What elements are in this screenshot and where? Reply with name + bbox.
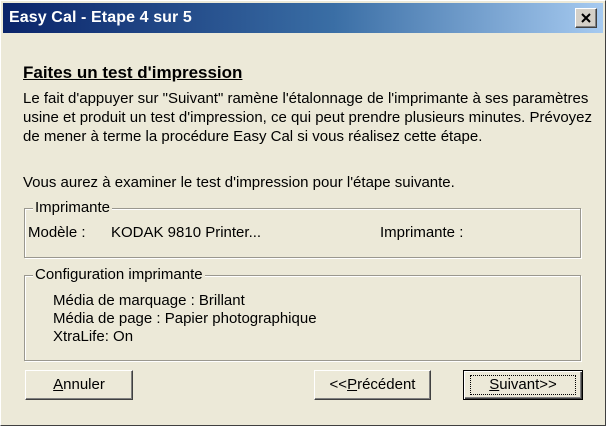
- next-step-note: Vous aurez à examiner le test d'impressi…: [23, 174, 455, 191]
- step-heading: Faites un test d'impression: [23, 63, 243, 82]
- printer-label: Imprimante :: [380, 224, 464, 241]
- printer-config-groupbox: Configuration imprimante Média de marqua…: [24, 265, 581, 361]
- model-value: KODAK 9810 Printer...: [111, 224, 262, 241]
- instructions-text: Le fait d'appuyer sur "Suivant" ramène l…: [23, 90, 593, 145]
- window-title: Easy Cal - Etape 4 sur 5: [9, 9, 192, 26]
- previous-button-label: <<Précédent: [329, 376, 416, 393]
- next-button[interactable]: Suivant>>: [463, 370, 583, 400]
- config-xtralife: XtraLife: On: [53, 328, 134, 345]
- config-group-legend: Configuration imprimante: [33, 265, 205, 284]
- easy-cal-dialog: Easy Cal - Etape 4 sur 5 Faites un test …: [0, 0, 606, 426]
- printer-groupbox: Imprimante Modèle : KODAK 9810 Printer..…: [24, 198, 581, 258]
- title-bar[interactable]: Easy Cal - Etape 4 sur 5: [3, 3, 603, 33]
- model-label: Modèle :: [28, 224, 86, 241]
- close-icon: [581, 13, 591, 23]
- config-page-media: Média de page : Papier photographique: [53, 310, 317, 327]
- next-button-label: Suivant>>: [489, 376, 557, 393]
- previous-button[interactable]: <<Précédent: [314, 370, 431, 400]
- cancel-button[interactable]: Annuler: [25, 370, 133, 400]
- config-marking-media: Média de marquage : Brillant: [53, 292, 245, 309]
- cancel-button-label: Annuler: [53, 376, 105, 393]
- close-button[interactable]: [575, 8, 597, 28]
- printer-group-legend: Imprimante: [33, 198, 113, 217]
